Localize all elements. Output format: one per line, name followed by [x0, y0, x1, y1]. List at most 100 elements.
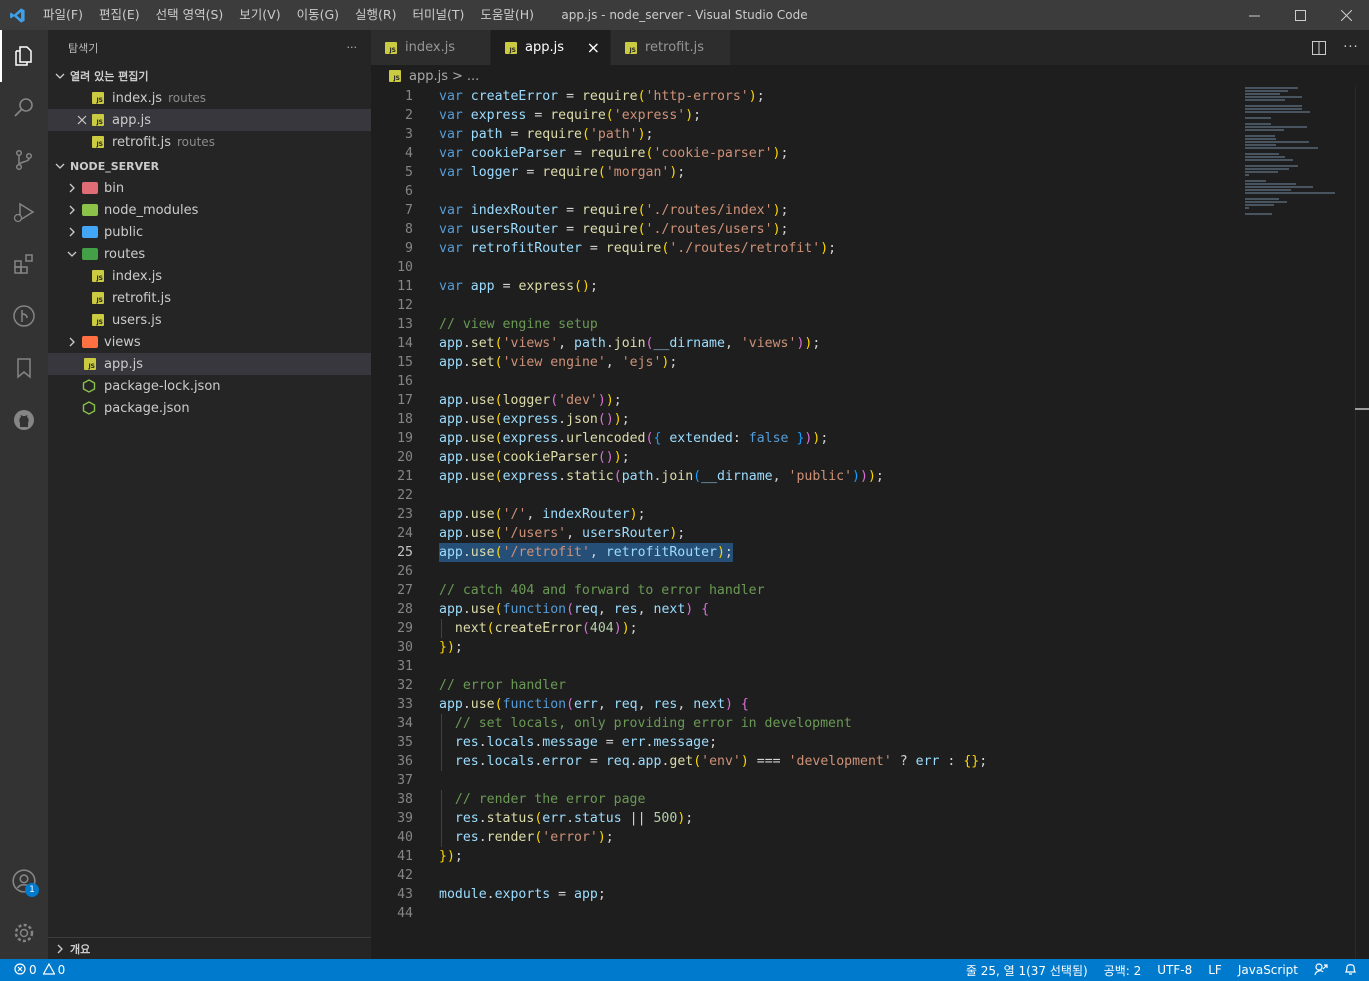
tree-file-routes-users[interactable]: JS users.js — [48, 309, 371, 331]
tree-folder-routes[interactable]: routes — [48, 243, 371, 265]
vscode-logo-icon[interactable] — [0, 0, 35, 30]
code-line[interactable]: 1 var createError = require('http-errors'… — [371, 87, 1241, 106]
more-actions-icon[interactable]: ··· — [1333, 30, 1369, 65]
code-line[interactable]: 10 — [371, 258, 1241, 277]
menu-help[interactable]: 도움말(H) — [472, 0, 542, 30]
code-line[interactable]: 42 — [371, 866, 1241, 885]
menu-run[interactable]: 실행(R) — [347, 0, 404, 30]
tree-file-package[interactable]: package.json — [48, 397, 371, 419]
tab-app-js[interactable]: JS app.js × — [491, 30, 611, 65]
breadcrumb-more[interactable]: ... — [467, 69, 479, 84]
more-actions-icon[interactable]: ··· — [347, 41, 358, 54]
split-editor-icon[interactable] — [1305, 30, 1333, 65]
code-line[interactable]: 39 res.status(err.status || 500); — [371, 809, 1241, 828]
code-line[interactable]: 13 // view engine setup — [371, 315, 1241, 334]
close-window-icon[interactable] — [1323, 0, 1369, 30]
breadcrumb-file[interactable]: app.js — [409, 69, 448, 84]
menu-go[interactable]: 이동(G) — [289, 0, 347, 30]
code-line[interactable]: 2 var express = require('express'); — [371, 106, 1241, 125]
live-share-icon[interactable] — [1306, 962, 1336, 979]
end-of-line[interactable]: LF — [1200, 963, 1230, 977]
code-line[interactable]: 16 — [371, 372, 1241, 391]
tree-folder-public[interactable]: public — [48, 221, 371, 243]
language-mode[interactable]: JavaScript — [1230, 963, 1306, 977]
bookmarks-icon[interactable] — [0, 342, 48, 394]
code-line[interactable]: 43 module.exports = app; — [371, 885, 1241, 904]
code-line[interactable]: 20 app.use(cookieParser()); — [371, 448, 1241, 467]
code-line[interactable]: 7 var indexRouter = require('./routes/ind… — [371, 201, 1241, 220]
accounts-icon[interactable]: 1 — [0, 855, 48, 907]
code-line[interactable]: 41}); — [371, 847, 1241, 866]
tree-file-routes-retrofit[interactable]: JS retrofit.js — [48, 287, 371, 309]
code-line[interactable]: 17 app.use(logger('dev')); — [371, 391, 1241, 410]
tab-index-js[interactable]: JS index.js — [371, 30, 491, 65]
tab-retrofit-js[interactable]: JS retrofit.js — [611, 30, 731, 65]
code-line[interactable]: 9 var retrofitRouter = require('./routes/… — [371, 239, 1241, 258]
settings-gear-icon[interactable] — [0, 907, 48, 959]
code-line[interactable]: 19 app.use(express.urlencoded({ extended:… — [371, 429, 1241, 448]
minimap[interactable] — [1245, 87, 1355, 215]
code-line[interactable]: 33 app.use(function(err, req, res, next) … — [371, 695, 1241, 714]
indentation[interactable]: 공백: 2 — [1096, 962, 1150, 979]
code-line[interactable]: 5 var logger = require('morgan'); — [371, 163, 1241, 182]
explorer-icon[interactable] — [0, 30, 48, 82]
maximize-icon[interactable] — [1277, 0, 1323, 30]
code-line[interactable]: 3 var path = require('path'); — [371, 125, 1241, 144]
tree-folder-bin[interactable]: bin — [48, 177, 371, 199]
editor-scrollbar[interactable] — [1355, 87, 1369, 959]
code-line[interactable]: 6 — [371, 182, 1241, 201]
search-icon[interactable] — [0, 82, 48, 134]
menu-selection[interactable]: 선택 영역(S) — [148, 0, 232, 30]
code-line[interactable]: 12 — [371, 296, 1241, 315]
code-line[interactable]: 15 app.set('view engine', 'ejs'); — [371, 353, 1241, 372]
code-line[interactable]: 23 app.use('/', indexRouter); — [371, 505, 1241, 524]
code-line[interactable]: 26 — [371, 562, 1241, 581]
code-line[interactable]: 28 app.use(function(req, res, next) { — [371, 600, 1241, 619]
code-line[interactable]: 22 — [371, 486, 1241, 505]
code-line[interactable]: 29 next(createError(404)); — [371, 619, 1241, 638]
cursor-position[interactable]: 줄 25, 열 1(37 선택됨) — [958, 962, 1096, 979]
tree-folder-node-modules[interactable]: node_modules — [48, 199, 371, 221]
code-line[interactable]: 30}); — [371, 638, 1241, 657]
code-line[interactable]: 36 res.locals.error = req.app.get('env')… — [371, 752, 1241, 771]
github-icon[interactable] — [0, 394, 48, 446]
minimize-icon[interactable] — [1231, 0, 1277, 30]
code-line[interactable]: 11 var app = express(); — [371, 277, 1241, 296]
code-line[interactable]: 21 app.use(express.static(path.join(__dir… — [371, 467, 1241, 486]
code-line[interactable]: 37 — [371, 771, 1241, 790]
notifications-bell-icon[interactable] — [1336, 962, 1369, 979]
open-editor-item-active[interactable]: JS app.js — [48, 109, 371, 131]
code-line[interactable]: 4 var cookieParser = require('cookie-pars… — [371, 144, 1241, 163]
menu-file[interactable]: 파일(F) — [35, 0, 91, 30]
code-line[interactable]: 25 app.use('/retrofit', retrofitRouter); — [371, 543, 1241, 562]
menu-edit[interactable]: 편집(E) — [91, 0, 148, 30]
code-line[interactable]: 31 — [371, 657, 1241, 676]
menu-view[interactable]: 보기(V) — [231, 0, 288, 30]
project-section[interactable]: NODE_SERVER — [48, 155, 371, 177]
code-line[interactable]: 34 // set locals, only providing error i… — [371, 714, 1241, 733]
open-editor-item[interactable]: JS retrofit.js routes — [48, 131, 371, 153]
code-line[interactable]: 27 // catch 404 and forward to error hand… — [371, 581, 1241, 600]
open-editor-item[interactable]: JS index.js routes — [48, 87, 371, 109]
tree-file-routes-index[interactable]: JS index.js — [48, 265, 371, 287]
open-editors-section[interactable]: 열려 있는 편집기 — [48, 65, 371, 87]
problems-indicator[interactable]: 0 0 — [0, 959, 65, 981]
code-line[interactable]: 24 app.use('/users', usersRouter); — [371, 524, 1241, 543]
extensions-icon[interactable] — [0, 238, 48, 290]
tree-file-app[interactable]: JS app.js — [48, 353, 371, 375]
git-graph-icon[interactable] — [0, 290, 48, 342]
code-line[interactable]: 8 var usersRouter = require('./routes/use… — [371, 220, 1241, 239]
code-editor[interactable]: 1 var createError = require('http-errors'… — [371, 87, 1241, 959]
outline-section[interactable]: 개요 — [48, 937, 371, 959]
source-control-icon[interactable] — [0, 134, 48, 186]
tree-file-package-lock[interactable]: package-lock.json — [48, 375, 371, 397]
code-line[interactable]: 40 res.render('error'); — [371, 828, 1241, 847]
code-line[interactable]: 18 app.use(express.json()); — [371, 410, 1241, 429]
code-line[interactable]: 35 res.locals.message = err.message; — [371, 733, 1241, 752]
tree-folder-views[interactable]: views — [48, 331, 371, 353]
close-icon[interactable] — [72, 115, 92, 125]
code-line[interactable]: 14 app.set('views', path.join(__dirname, … — [371, 334, 1241, 353]
code-line[interactable]: 44 — [371, 904, 1241, 923]
menu-terminal[interactable]: 터미널(T) — [405, 0, 473, 30]
code-line[interactable]: 38 // render the error page — [371, 790, 1241, 809]
